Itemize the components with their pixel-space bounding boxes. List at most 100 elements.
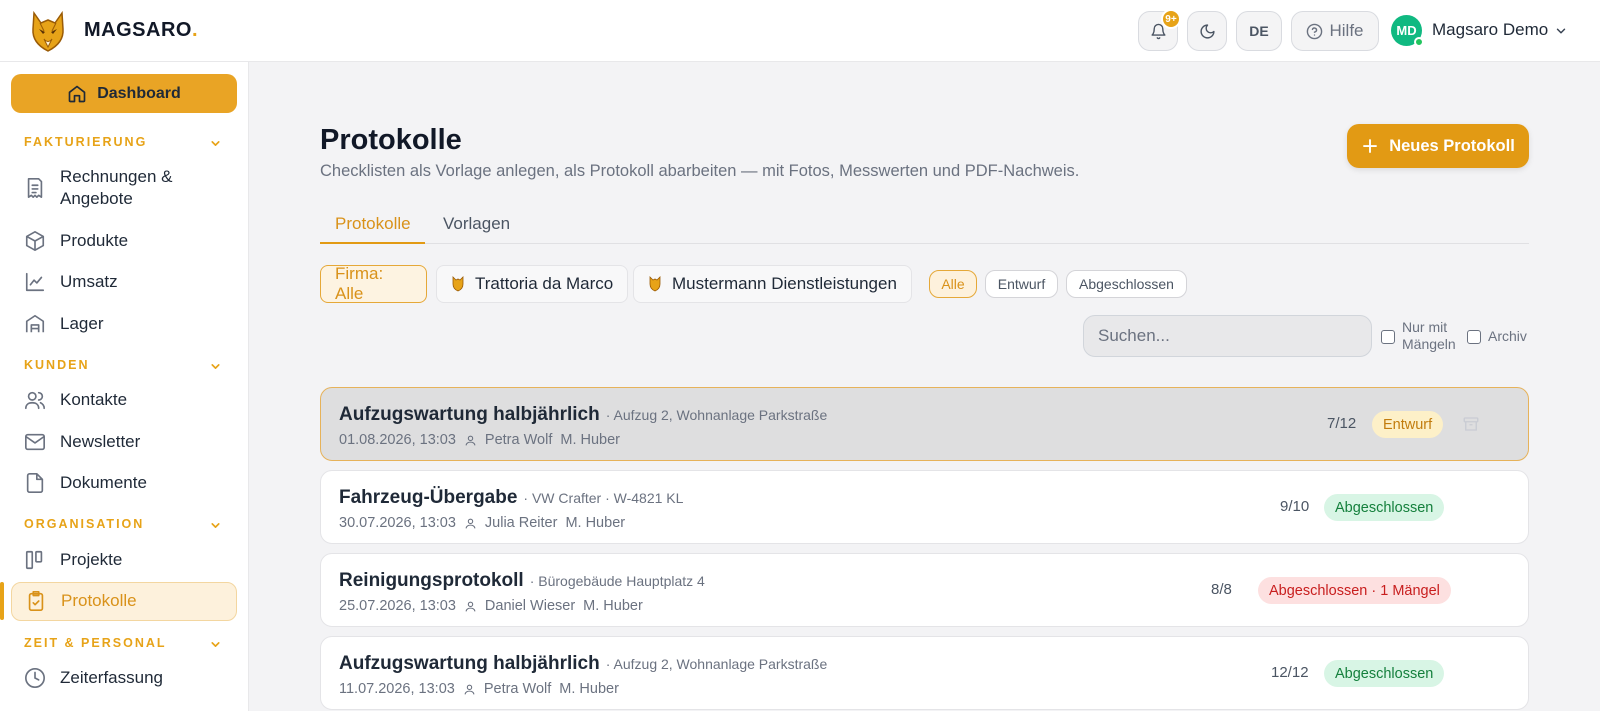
sidebar-item-label: Dokumente	[60, 473, 147, 492]
language-switch-button[interactable]: DE	[1236, 11, 1282, 51]
user-icon	[465, 518, 476, 528]
tab-protokolle[interactable]: Protokolle	[335, 214, 411, 234]
sidebar-item-umsatz[interactable]: Umsatz	[11, 270, 237, 294]
clock-icon	[25, 668, 45, 688]
notification-badge: 9+	[1161, 9, 1181, 29]
defects-only-label: Nur mit Mängeln	[1402, 319, 1456, 352]
section-title-organisation: ORGANISATION	[24, 517, 145, 531]
document-icon	[26, 473, 44, 493]
sidebar-item-rechnungen[interactable]: Rechnungen & Angebote	[11, 165, 237, 211]
sidebar-item-protokolle[interactable]: Protokolle	[11, 582, 237, 621]
clipboard-check-icon	[28, 591, 44, 611]
protocol-progress: 12/12	[1271, 664, 1309, 681]
sidebar-item-lager[interactable]: Lager	[11, 312, 237, 336]
chart-icon	[25, 272, 45, 292]
user-icon	[465, 601, 476, 611]
protocol-person: Petra Wolf	[483, 681, 552, 697]
help-label: Hilfe	[1329, 21, 1364, 40]
active-tab-indicator	[320, 242, 425, 244]
company-filter-mustermann[interactable]: Mustermann Dienstleistungen	[633, 265, 912, 303]
sidebar-item-label: Rechnungen &	[60, 167, 173, 186]
user-icon	[465, 435, 476, 445]
company-logo-icon	[452, 276, 464, 292]
search-input[interactable]: Suchen...	[1083, 315, 1372, 357]
section-title-kunden: KUNDEN	[24, 358, 90, 372]
sidebar-item-projekte[interactable]: Projekte	[11, 548, 237, 572]
protocol-person: Julia Reiter	[484, 515, 558, 531]
protocol-row[interactable]: Reinigungsprotokoll · Bürogebäude Hauptpl…	[320, 553, 1529, 627]
wolf-logo-icon[interactable]	[26, 9, 70, 53]
status-badge: Abgeschlossen · 1 Mängel	[1258, 577, 1451, 604]
tab-bar: Protokolle Vorlagen	[320, 202, 1529, 244]
plus-icon	[1363, 139, 1378, 153]
user-name[interactable]: Magsaro Demo	[1432, 20, 1548, 40]
warehouse-icon	[25, 314, 45, 333]
tab-vorlagen[interactable]: Vorlagen	[443, 214, 510, 234]
brand-name[interactable]: MAGSARO.	[84, 19, 198, 42]
chevron-down-icon[interactable]	[1554, 24, 1568, 38]
active-indicator	[0, 582, 4, 620]
kanban-icon	[25, 550, 43, 570]
protocol-supervisor: M. Huber	[559, 681, 619, 697]
protocol-title: Aufzugswartung halbjährlich · Aufzug 2, W…	[339, 404, 828, 425]
notifications-button[interactable]: 9+	[1138, 9, 1181, 51]
theme-toggle-button[interactable]	[1187, 11, 1227, 51]
status-filter-alle[interactable]: Alle	[929, 270, 977, 298]
sidebar-item-dokumente[interactable]: Dokumente	[11, 471, 237, 495]
protocol-meta: 30.07.2026, 13:03 Julia Reiter M. Huber	[339, 515, 625, 531]
sidebar-item-produkte[interactable]: Produkte	[11, 229, 237, 253]
company-logo-icon	[649, 276, 661, 292]
protocol-supervisor: M. Huber	[583, 598, 643, 614]
help-button[interactable]: Hilfe	[1291, 11, 1379, 51]
company-filter-all[interactable]: Firma: Alle	[320, 264, 427, 303]
protocol-row[interactable]: Aufzugswartung halbjährlich · Aufzug 2, W…	[320, 636, 1529, 710]
archive-icon[interactable]	[1462, 415, 1480, 433]
protocol-person: Daniel Wieser	[484, 598, 576, 614]
user-icon	[464, 684, 475, 694]
sidebar-item-label: Zeiterfassung	[60, 668, 163, 687]
online-indicator	[1414, 37, 1424, 47]
defects-only-checkbox[interactable]	[1381, 330, 1395, 344]
chevron-down-icon[interactable]	[209, 360, 222, 373]
status-badge: Abgeschlossen	[1324, 660, 1445, 687]
dashboard-label: Dashboard	[97, 84, 181, 102]
sidebar-item-newsletter[interactable]: Newsletter	[11, 430, 237, 454]
chevron-down-icon[interactable]	[209, 519, 222, 532]
sidebar-item-dashboard[interactable]: Dashboard	[11, 74, 237, 113]
section-title-fakturierung: FAKTURIERUNG	[24, 135, 148, 149]
chevron-down-icon[interactable]	[209, 638, 222, 651]
protocol-row[interactable]: Aufzugswartung halbjährlich · Aufzug 2, W…	[320, 387, 1529, 461]
company-name: Trattoria da Marco	[475, 274, 614, 293]
protocol-supervisor: M. Huber	[565, 515, 626, 531]
sidebar-item-zeiterfassung[interactable]: Zeiterfassung	[11, 666, 237, 690]
box-icon	[25, 231, 45, 251]
receipt-icon	[27, 178, 43, 198]
sidebar-item-kontakte[interactable]: Kontakte	[11, 388, 237, 412]
status-filter-entwurf[interactable]: Entwurf	[985, 270, 1058, 298]
protocol-supervisor: M. Huber	[560, 432, 620, 448]
protocol-subject: · Aufzug 2, Wohnanlage Parkstraße	[605, 407, 828, 423]
protocol-meta: 01.08.2026, 13:03 Petra Wolf M. Huber	[339, 432, 620, 448]
chevron-down-icon[interactable]	[209, 137, 222, 150]
user-avatar[interactable]: MD	[1391, 15, 1424, 47]
page-title: Protokolle	[320, 124, 462, 156]
status-badge: Entwurf	[1372, 411, 1444, 438]
page-subtitle: Checklisten als Vorlage anlegen, als Pro…	[320, 162, 1080, 180]
protocol-title: Reinigungsprotokoll · Bürogebäude Hauptpl…	[339, 570, 705, 591]
protocol-subject: · Aufzug 2, Wohnanlage Parkstraße	[605, 656, 828, 672]
sidebar-item-label: Umsatz	[60, 272, 118, 291]
protocol-row[interactable]: Fahrzeug-Übergabe · VW Crafter · W-4821 K…	[320, 470, 1529, 544]
sidebar-item-label: Lager	[60, 314, 104, 333]
company-filter-trattoria[interactable]: Trattoria da Marco	[436, 265, 629, 303]
archive-checkbox[interactable]	[1467, 330, 1481, 344]
protocol-progress: 9/10	[1280, 498, 1310, 515]
sidebar: Dashboard FAKTURIERUNG Rechnungen & Ange…	[0, 62, 249, 711]
new-protocol-label: Neues Protokoll	[1389, 136, 1515, 155]
protocol-date: 11.07.2026, 13:03	[339, 681, 455, 697]
section-title-zeit-personal: ZEIT & PERSONAL	[24, 636, 167, 650]
status-filter-abgeschlossen[interactable]: Abgeschlossen	[1066, 270, 1187, 298]
archive-label: Archiv	[1488, 328, 1527, 344]
status-badge: Abgeschlossen	[1324, 494, 1445, 521]
main-content: Protokolle Checklisten als Vorlage anleg…	[249, 62, 1600, 711]
new-protocol-button[interactable]: Neues Protokoll	[1347, 124, 1529, 168]
